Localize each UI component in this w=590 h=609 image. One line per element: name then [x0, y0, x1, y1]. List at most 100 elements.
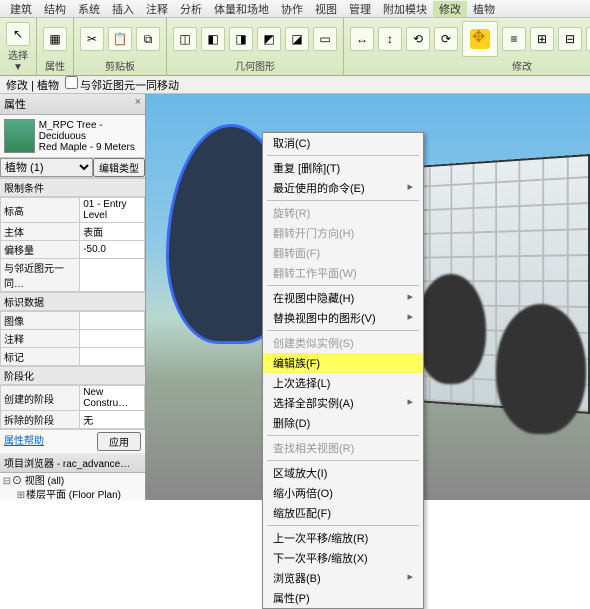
- property-name: 主体: [1, 223, 80, 241]
- context-menu-item[interactable]: 编辑族(F): [263, 353, 423, 373]
- menu-修改[interactable]: 修改: [433, 1, 467, 17]
- context-menu-item[interactable]: 替换视图中的图形(V)▸: [263, 308, 423, 328]
- context-menu-item: 创建类似实例(S): [263, 333, 423, 353]
- project-browser-title: 项目浏览器 - rac_advanced_sample_…: [0, 453, 145, 473]
- context-menu-item[interactable]: 取消(C): [263, 133, 423, 153]
- ribbon-button[interactable]: ⟳: [434, 27, 458, 51]
- menu-管理[interactable]: 管理: [343, 1, 377, 17]
- tree-root[interactable]: ⊟⊙ 视图 (all): [2, 475, 143, 489]
- context-menu-item: 翻转面(F): [263, 243, 423, 263]
- ribbon-button[interactable]: ↕: [378, 27, 402, 51]
- context-menu-item: 查找相关视图(R): [263, 438, 423, 458]
- menu-体量和场地[interactable]: 体量和场地: [208, 1, 275, 17]
- context-menu-item[interactable]: 缩小两倍(O): [263, 483, 423, 503]
- menu-视图[interactable]: 视图: [309, 1, 343, 17]
- ribbon-button[interactable]: 📋: [108, 27, 132, 51]
- ribbon-button[interactable]: ✂: [80, 27, 104, 51]
- menu-结构[interactable]: 结构: [38, 1, 72, 17]
- property-value[interactable]: [80, 348, 145, 366]
- ribbon-button[interactable]: ↔: [350, 27, 374, 51]
- menu-协作[interactable]: 协作: [275, 1, 309, 17]
- ribbon-button[interactable]: ▭: [313, 27, 337, 51]
- properties-panel-title: 属性×: [0, 94, 145, 115]
- tree-silhouette: [416, 274, 486, 384]
- apply-button[interactable]: 应用: [97, 432, 141, 451]
- context-menu-item[interactable]: 区域放大(I): [263, 463, 423, 483]
- context-menu-item[interactable]: 缩放匹配(F): [263, 503, 423, 523]
- property-name: 标记: [1, 348, 80, 366]
- ribbon-button[interactable]: ◨: [229, 27, 253, 51]
- properties-help-link[interactable]: 属性帮助: [4, 432, 44, 451]
- menu-植物[interactable]: 植物: [467, 1, 501, 17]
- property-value[interactable]: [80, 312, 145, 330]
- ribbon-button[interactable]: ⟲: [406, 27, 430, 51]
- ribbon-group-label: 属性: [43, 58, 67, 73]
- property-section-header: 限制条件: [0, 178, 145, 197]
- type-preview-image: [4, 119, 35, 153]
- property-name: 标高: [1, 198, 80, 223]
- menu-插入[interactable]: 插入: [106, 1, 140, 17]
- context-menu-item[interactable]: 浏览器(B)▸: [263, 568, 423, 588]
- context-menu: 取消(C) 重复 [删除](T)最近使用的命令(E)▸ 旋转(R)翻转开门方向(H)…: [262, 132, 424, 609]
- options-context: 修改 | 植物: [6, 77, 59, 93]
- menu-系统[interactable]: 系统: [72, 1, 106, 17]
- type-name: M_RPC Tree - Deciduous Red Maple - 9 Met…: [39, 120, 141, 153]
- edit-type-button[interactable]: 编辑类型: [93, 158, 145, 177]
- property-name: 拆除的阶段: [1, 411, 80, 429]
- ribbon-button[interactable]: ◧: [201, 27, 225, 51]
- context-menu-item[interactable]: 上次选择(L): [263, 373, 423, 393]
- ribbon-button[interactable]: ⧉: [136, 27, 160, 51]
- options-bar: 修改 | 植物 与邻近图元一同移动: [0, 76, 590, 94]
- property-name: 偏移量: [1, 241, 80, 259]
- ribbon-button[interactable]: ◫: [173, 27, 197, 51]
- tree-silhouette: [496, 304, 586, 434]
- property-value[interactable]: 无: [80, 411, 145, 429]
- context-menu-item[interactable]: 属性(P): [263, 588, 423, 608]
- ribbon-button[interactable]: ▦: [43, 27, 67, 51]
- menu-注释[interactable]: 注释: [140, 1, 174, 17]
- context-menu-item[interactable]: 下一次平移/缩放(X): [263, 548, 423, 568]
- context-menu-item: 旋转(R): [263, 203, 423, 223]
- property-value[interactable]: 01 - Entry Level: [80, 198, 145, 223]
- context-menu-item[interactable]: 删除(D): [263, 413, 423, 433]
- property-name: 图像: [1, 312, 80, 330]
- property-name: 创建的阶段: [1, 386, 80, 411]
- ribbon-button[interactable]: ⊞: [530, 27, 554, 51]
- menu-附加模块[interactable]: 附加模块: [377, 1, 433, 17]
- category-select[interactable]: 植物 (1): [0, 158, 93, 177]
- ribbon-group-label: 剪贴板: [80, 58, 160, 73]
- property-value[interactable]: [80, 330, 145, 348]
- property-value[interactable]: [80, 259, 145, 292]
- ribbon-group-label: 选择 ▼: [6, 47, 30, 73]
- ribbon-button[interactable]: ≡: [502, 27, 526, 51]
- move-with-neighbors-checkbox[interactable]: 与邻近图元一同移动: [65, 76, 179, 93]
- context-menu-item[interactable]: 在视图中隐藏(H)▸: [263, 288, 423, 308]
- property-name: 注释: [1, 330, 80, 348]
- property-value[interactable]: New Constru…: [80, 386, 145, 411]
- ribbon-group-label: 几何图形: [173, 58, 337, 73]
- context-menu-item[interactable]: 最近使用的命令(E)▸: [263, 178, 423, 198]
- context-menu-item[interactable]: 选择全部实例(A)▸: [263, 393, 423, 413]
- menu-建筑[interactable]: 建筑: [4, 1, 38, 17]
- ribbon-button[interactable]: [462, 21, 498, 57]
- ribbon-button[interactable]: ↖: [6, 22, 30, 46]
- menu-bar: 建筑结构系统插入注释分析体量和场地协作视图管理附加模块修改植物: [0, 0, 590, 18]
- ribbon-button[interactable]: ⊟: [558, 27, 582, 51]
- close-icon[interactable]: ×: [135, 96, 141, 112]
- ribbon-button[interactable]: ◩: [257, 27, 281, 51]
- property-value[interactable]: -50.0: [80, 241, 145, 259]
- property-section-header: 标识数据: [0, 292, 145, 311]
- menu-分析[interactable]: 分析: [174, 1, 208, 17]
- ribbon-button[interactable]: ⊡: [586, 27, 590, 51]
- context-menu-item[interactable]: 重复 [删除](T): [263, 158, 423, 178]
- property-value[interactable]: 表面: [80, 223, 145, 241]
- property-name: 与邻近图元一同…: [1, 259, 80, 292]
- property-section-header: 阶段化: [0, 366, 145, 385]
- ribbon-button[interactable]: ◪: [285, 27, 309, 51]
- ribbon-group-label: 修改: [350, 58, 590, 73]
- context-menu-item: 翻转开门方向(H): [263, 223, 423, 243]
- context-menu-item: 翻转工作平面(W): [263, 263, 423, 283]
- tree-item[interactable]: ⊞楼层平面 (Floor Plan): [2, 489, 143, 500]
- context-menu-item[interactable]: 上一次平移/缩放(R): [263, 528, 423, 548]
- ribbon: ↖选择 ▼▦属性✂📋⧉剪贴板◫◧◨◩◪▭几何图形↔↕⟲⟳≡⊞⊟⊡⊠⋮⋯修改▭◫视…: [0, 18, 590, 76]
